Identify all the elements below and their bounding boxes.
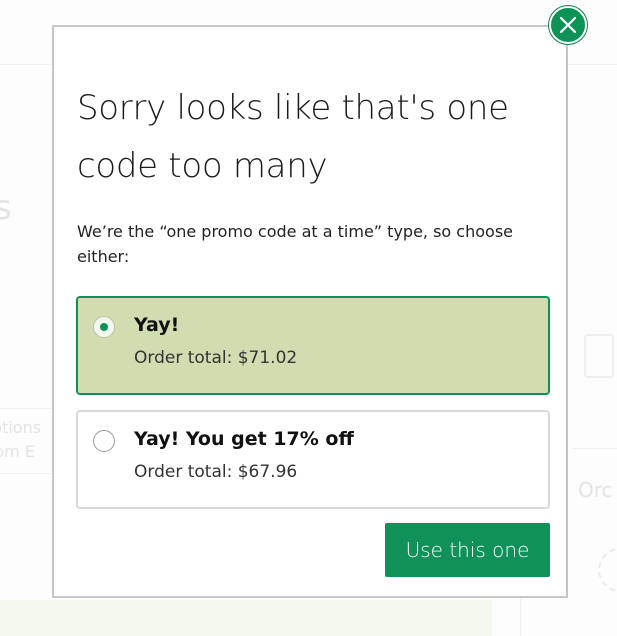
background-panel [520, 596, 617, 636]
background-text: ptions [0, 418, 42, 437]
radio-unchecked-icon[interactable] [93, 430, 115, 452]
option-order-total: Order total: $67.96 [134, 462, 298, 482]
promo-option-yay[interactable]: Yay! Order total: $71.02 [76, 296, 550, 395]
option-order-total: Order total: $71.02 [134, 348, 298, 368]
background-text: s [0, 188, 12, 228]
dialog-title: Sorry looks like that's one code too man… [77, 88, 509, 186]
background-text: Orc [578, 478, 613, 502]
option-label: Yay! [134, 314, 180, 336]
background-text: pm E [0, 442, 35, 461]
promo-code-conflict-dialog: Sorry looks like that's one code too man… [52, 25, 568, 598]
dialog-subtitle: We’re the “one promo code at a time” typ… [77, 222, 513, 266]
background-footer [0, 600, 492, 636]
radio-dot [100, 323, 108, 331]
close-icon [560, 17, 576, 33]
radio-checked-icon[interactable] [93, 316, 115, 338]
promo-option-17-off[interactable]: Yay! You get 17% off Order total: $67.96 [76, 410, 550, 509]
background-divider [572, 448, 617, 449]
background-badge [598, 548, 617, 592]
option-label: Yay! You get 17% off [134, 428, 354, 450]
use-this-one-button[interactable]: Use this one [385, 523, 550, 577]
close-dialog-button[interactable] [549, 6, 587, 44]
background-icon [584, 334, 614, 378]
